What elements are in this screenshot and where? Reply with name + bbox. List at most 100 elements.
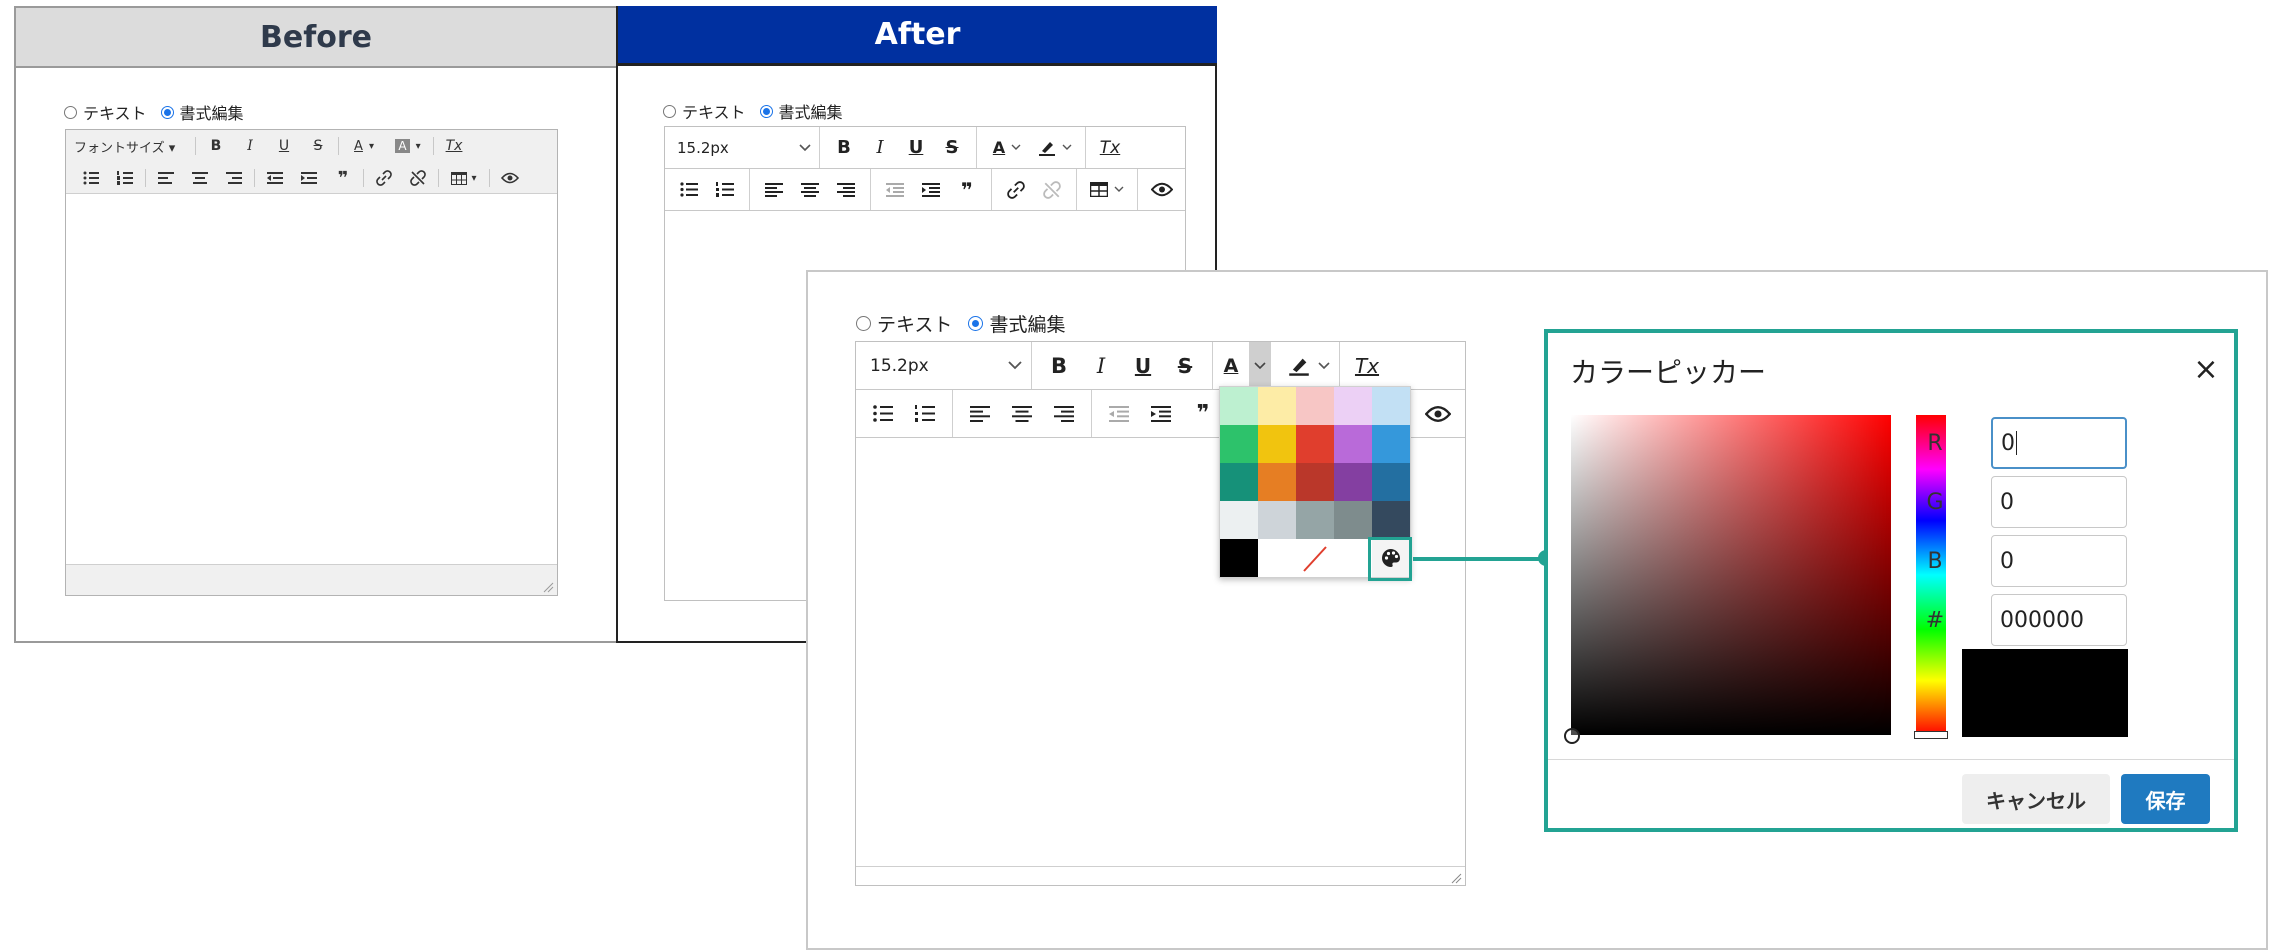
italic-button[interactable]: I (233, 132, 267, 160)
color-swatch[interactable] (1372, 425, 1410, 463)
r-input[interactable]: 0 (1991, 417, 2127, 469)
highlight-color-button[interactable] (1031, 132, 1079, 164)
strikethrough-button[interactable]: S (301, 132, 335, 160)
after-mode-radios: テキスト 書式編集 (663, 99, 843, 123)
align-center-icon[interactable] (792, 174, 828, 206)
font-size-select[interactable]: 15.2px (671, 139, 811, 157)
align-right-icon[interactable] (828, 174, 864, 206)
saturation-value-area[interactable] (1571, 415, 1891, 735)
strikethrough-button[interactable]: S (1164, 350, 1206, 382)
blockquote-icon[interactable]: ❞ (949, 174, 985, 206)
color-swatch[interactable] (1258, 387, 1296, 425)
table-icon[interactable]: ▾ (442, 164, 486, 192)
bold-button[interactable]: B (199, 132, 233, 160)
radio-text-mode[interactable] (663, 104, 676, 118)
radio-text-mode[interactable] (856, 316, 871, 331)
text-color-button[interactable]: A (983, 132, 1031, 164)
align-right-icon[interactable] (1043, 398, 1085, 430)
color-swatch[interactable] (1372, 463, 1410, 501)
color-swatch[interactable] (1334, 463, 1372, 501)
align-left-icon[interactable] (756, 174, 792, 206)
text-color-button[interactable]: A ▾ (342, 132, 386, 160)
blockquote-icon[interactable]: ❞ (326, 164, 360, 192)
align-left-icon[interactable] (959, 398, 1001, 430)
close-icon[interactable]: × (2188, 351, 2224, 387)
radio-rich-mode[interactable] (968, 316, 984, 331)
align-center-icon[interactable] (183, 164, 217, 192)
clear-format-button[interactable]: Tx (1092, 132, 1128, 164)
color-swatch[interactable] (1372, 387, 1410, 425)
hue-slider[interactable] (1916, 415, 1946, 735)
numbered-list-icon[interactable] (108, 164, 142, 192)
hex-input[interactable]: 000000 (1991, 594, 2127, 646)
italic-button[interactable]: I (862, 132, 898, 164)
color-swatch[interactable] (1220, 501, 1258, 539)
color-swatch[interactable] (1334, 425, 1372, 463)
color-swatch[interactable] (1296, 463, 1334, 501)
radio-text-mode[interactable] (64, 105, 77, 119)
cancel-button[interactable]: キャンセル (1962, 774, 2110, 824)
color-swatch[interactable] (1258, 501, 1296, 539)
color-swatch[interactable] (1258, 425, 1296, 463)
bold-button[interactable]: B (826, 132, 862, 164)
zoom-toolbar-row-1: 15.2px B I U S A Tx (856, 341, 1465, 390)
outdent-icon[interactable] (877, 174, 913, 206)
underline-button[interactable]: U (267, 132, 301, 160)
color-swatch[interactable] (1220, 463, 1258, 501)
color-swatch[interactable] (1372, 501, 1410, 539)
font-size-select[interactable]: 15.2px (862, 356, 1022, 376)
color-swatch[interactable] (1334, 387, 1372, 425)
color-swatch[interactable] (1220, 387, 1258, 425)
numbered-list-icon[interactable] (707, 174, 743, 206)
align-center-icon[interactable] (1001, 398, 1043, 430)
save-button[interactable]: 保存 (2121, 774, 2210, 824)
link-icon[interactable] (367, 164, 401, 192)
link-icon[interactable] (998, 174, 1034, 206)
preview-eye-icon[interactable] (1144, 174, 1180, 206)
color-swatch[interactable] (1296, 501, 1334, 539)
outdent-icon[interactable] (1098, 398, 1140, 430)
b-input[interactable]: 0 (1991, 535, 2127, 587)
color-swatch[interactable] (1220, 425, 1258, 463)
remove-color-swatch[interactable] (1258, 539, 1372, 577)
italic-button[interactable]: I (1080, 350, 1122, 382)
color-swatch[interactable] (1296, 425, 1334, 463)
text-color-dropdown-toggle[interactable] (1249, 341, 1271, 390)
clear-format-button[interactable]: Tx (1346, 350, 1388, 382)
indent-icon[interactable] (1140, 398, 1182, 430)
underline-button[interactable]: U (1122, 350, 1164, 382)
preview-eye-icon[interactable] (493, 164, 527, 192)
color-swatch[interactable] (1258, 463, 1296, 501)
highlight-color-button[interactable] (1279, 350, 1339, 382)
text-color-button[interactable]: A (1213, 342, 1249, 390)
unlink-icon[interactable] (1034, 174, 1070, 206)
indent-icon[interactable] (913, 174, 949, 206)
numbered-list-icon[interactable] (904, 398, 946, 430)
bullet-list-icon[interactable] (671, 174, 707, 206)
bullet-list-icon[interactable] (862, 398, 904, 430)
radio-rich-label: 書式編集 (179, 104, 244, 123)
clear-format-button[interactable]: Tx (437, 132, 471, 160)
unlink-icon[interactable] (401, 164, 435, 192)
hue-slider-handle[interactable] (1914, 731, 1948, 739)
table-icon[interactable] (1083, 174, 1131, 206)
g-input[interactable]: 0 (1991, 476, 2127, 528)
font-size-menu[interactable]: フォントサイズ ▾ (74, 137, 192, 156)
underline-button[interactable]: U (898, 132, 934, 164)
bullet-list-icon[interactable] (74, 164, 108, 192)
bold-button[interactable]: B (1038, 350, 1080, 382)
bg-color-button[interactable]: A ▾ (386, 132, 430, 160)
outdent-icon[interactable] (258, 164, 292, 192)
strikethrough-button[interactable]: S (934, 132, 970, 164)
color-swatch[interactable] (1296, 387, 1334, 425)
indent-icon[interactable] (292, 164, 326, 192)
radio-rich-mode[interactable] (160, 105, 174, 119)
preview-eye-icon[interactable] (1416, 398, 1460, 430)
swatch-black[interactable] (1220, 539, 1258, 577)
align-left-icon[interactable] (149, 164, 183, 192)
saturation-handle[interactable] (1564, 728, 1580, 744)
blockquote-icon[interactable]: ❞ (1182, 398, 1224, 430)
radio-rich-mode[interactable] (759, 104, 773, 118)
align-right-icon[interactable] (217, 164, 251, 192)
color-swatch[interactable] (1334, 501, 1372, 539)
